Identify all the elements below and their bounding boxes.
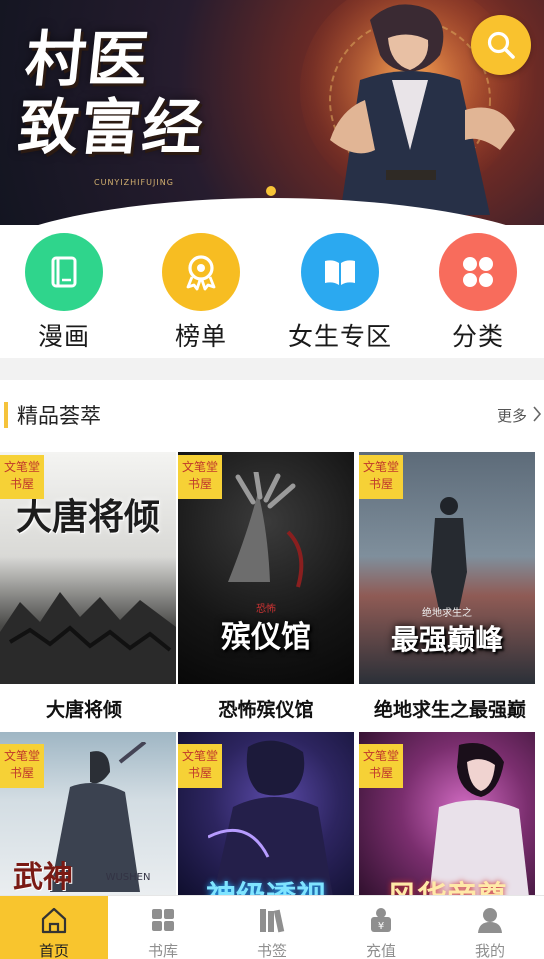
section-divider — [0, 358, 544, 380]
cover-tag: 绝地求生之 — [422, 608, 472, 619]
publisher-badge: 文笔堂书屋 — [178, 455, 222, 499]
category-manhua[interactable]: 漫画 — [0, 233, 132, 353]
section-accent-bar — [4, 402, 8, 428]
category-female[interactable]: 女生专区 — [272, 233, 408, 353]
search-button[interactable] — [471, 15, 531, 75]
grid-icon — [152, 909, 174, 931]
open-book-icon — [301, 233, 379, 311]
tab-label: 书签 — [256, 942, 287, 959]
publisher-badge: 文笔堂书屋 — [359, 455, 403, 499]
coin-icon: ¥ — [371, 908, 391, 932]
book-name[interactable]: 绝地求生之最强巅 — [359, 695, 541, 722]
tab-label: 充值 — [365, 942, 396, 959]
category-label: 女生专区 — [287, 322, 392, 351]
book-name[interactable]: 大唐将倾 — [0, 695, 172, 722]
publisher-badge: 文笔堂书屋 — [178, 744, 222, 788]
cover-art — [0, 592, 176, 684]
bottom-tab-bar: 首页 书库 书签 ¥ 充值 我的 — [0, 895, 544, 959]
cover-title: 最强巅峰 — [390, 623, 503, 656]
carousel-indicator[interactable] — [266, 186, 276, 196]
tab-bookmarks[interactable]: 书签 — [218, 896, 326, 959]
tab-label: 书库 — [147, 942, 178, 959]
book-card-4[interactable]: 武神 WUSHEN 文笔堂书屋 — [0, 732, 176, 902]
tab-label: 首页 — [38, 942, 69, 959]
book-name[interactable]: 恐怖殡仪馆 — [178, 695, 354, 722]
home-icon — [41, 907, 67, 934]
cover-subtitle: WUSHEN — [105, 872, 151, 883]
user-icon — [478, 908, 502, 933]
book-card-3[interactable]: 绝地求生之 最强巅峰 文笔堂书屋 — [359, 452, 535, 684]
category-label: 分类 — [451, 322, 504, 351]
section-title: 精品荟萃 — [17, 404, 101, 428]
search-icon — [487, 31, 515, 59]
book-icon — [25, 233, 103, 311]
category-ranking[interactable]: 榜单 — [133, 233, 269, 353]
banner-subtitle: CUNYIZHIFUJING — [94, 178, 174, 187]
tab-home[interactable]: 首页 — [0, 896, 108, 959]
cover-title: 殡仪馆 — [221, 620, 311, 655]
banner-carousel[interactable]: 村医 致富经 CUNYIZHIFUJING — [0, 0, 544, 225]
tab-recharge[interactable]: ¥ 充值 — [327, 896, 435, 959]
publisher-badge: 文笔堂书屋 — [359, 744, 403, 788]
book-card-6[interactable]: 风华帝尊 文笔堂书屋 — [359, 732, 535, 902]
tab-profile[interactable]: 我的 — [436, 896, 544, 959]
book-card-2[interactable]: 恐怖 殡仪馆 文笔堂书屋 — [178, 452, 354, 684]
cover-art — [431, 497, 467, 610]
category-label: 漫画 — [37, 322, 90, 351]
category-label: 榜单 — [174, 322, 227, 351]
tab-label: 我的 — [474, 942, 505, 959]
publisher-badge: 文笔堂书屋 — [0, 744, 44, 788]
chevron-right-icon[interactable] — [532, 405, 542, 423]
svg-text:¥: ¥ — [378, 921, 384, 932]
book-card-1[interactable]: 大唐将倾 文笔堂书屋 — [0, 452, 176, 684]
banner-title: 村医 致富经 — [14, 25, 209, 163]
book-card-5[interactable]: 神级透视 文笔堂书屋 — [178, 732, 354, 902]
tab-library[interactable]: 书库 — [109, 896, 217, 959]
publisher-badge: 文笔堂书屋 — [0, 455, 44, 499]
grid-icon — [439, 233, 517, 311]
category-classify[interactable]: 分类 — [410, 233, 544, 353]
bookshelf-icon — [260, 909, 285, 933]
more-link[interactable]: 更多 — [497, 405, 527, 426]
medal-icon — [162, 233, 240, 311]
